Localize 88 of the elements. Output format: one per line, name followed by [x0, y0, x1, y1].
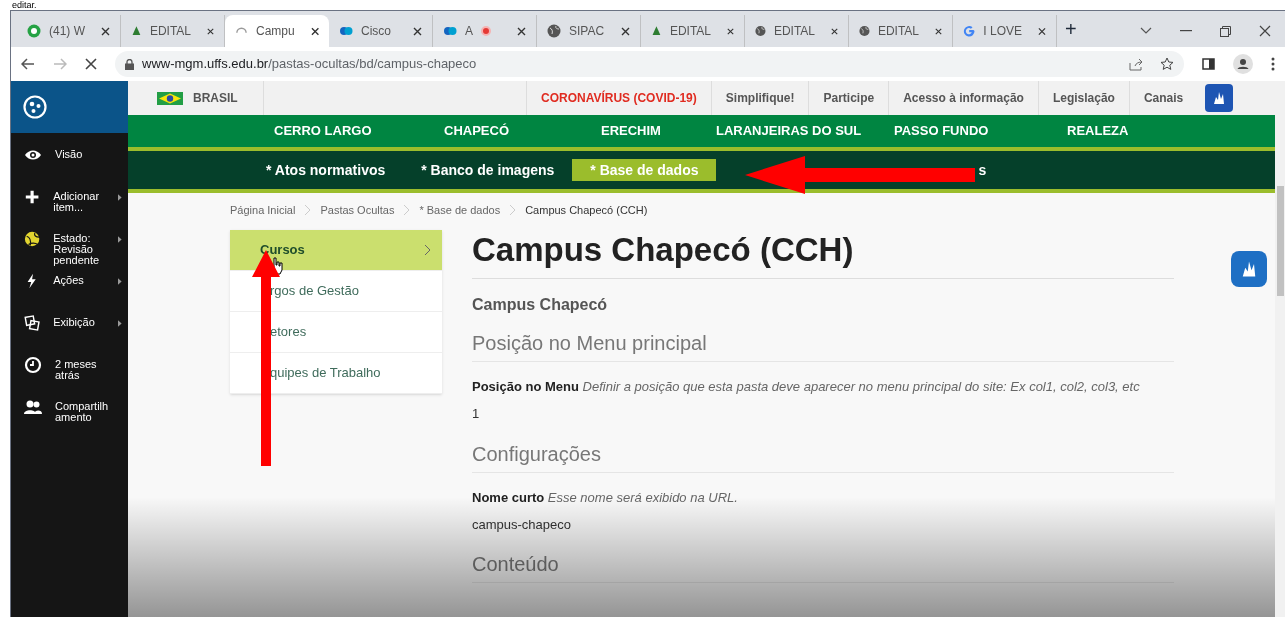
- campus-link[interactable]: REALEZA: [1067, 121, 1167, 141]
- page-title: Campus Chapecó (CCH): [472, 230, 1174, 279]
- overlapping-squares-icon: [24, 314, 41, 332]
- campus-link[interactable]: CHAPECÓ: [444, 121, 601, 141]
- close-tab-icon[interactable]: [831, 26, 838, 36]
- field-description: Nome curto Esse nome será exibido na URL.: [472, 488, 739, 507]
- share-icon[interactable]: [1129, 57, 1144, 71]
- address-bar[interactable]: www-mgm.uffs.edu.br/pastas-ocultas/bd/campus-chapeco: [115, 51, 1184, 77]
- country-label: BRASIL: [193, 90, 238, 107]
- campus-link[interactable]: PASSO FUNDO: [894, 121, 1067, 141]
- clock-icon: [24, 356, 42, 374]
- chat-bubble-icon: [27, 24, 41, 38]
- close-tab-icon[interactable]: [310, 26, 319, 36]
- accessibility-button[interactable]: [1205, 84, 1234, 112]
- close-tab-icon[interactable]: [413, 26, 422, 36]
- close-tab-icon[interactable]: [101, 26, 110, 36]
- back-icon[interactable]: [21, 58, 35, 70]
- breadcrumb-link[interactable]: Pastas Ocultas: [320, 201, 395, 219]
- close-tab-icon[interactable]: [621, 26, 630, 36]
- close-tab-icon[interactable]: [207, 26, 214, 36]
- globe-icon: [547, 24, 561, 38]
- plus-icon: [24, 188, 41, 206]
- toolbar-item[interactable]: Estado: Revisão pendente: [11, 227, 128, 269]
- campus-link[interactable]: LARANJEIRAS DO SUL: [716, 121, 894, 141]
- submenu-caret-icon: [118, 194, 122, 201]
- breadcrumb-separator-icon: [305, 205, 311, 215]
- toolbar-item[interactable]: Compartilhamento: [11, 395, 128, 437]
- globe-icon: [755, 24, 766, 38]
- field-description: Posição no Menu Definir a posição que esta pasta deve aparecer no menu principal do site: Ex col1, col2, col3, etc: [472, 378, 1141, 396]
- side-nav-item[interactable]: etores: [230, 312, 442, 353]
- new-tab-button[interactable]: +: [1065, 19, 1077, 39]
- submenu-caret-icon: [118, 236, 122, 243]
- globe-icon: [24, 230, 41, 248]
- section-menu-item[interactable]: * Banco de imagens: [403, 159, 573, 181]
- breadcrumb-link[interactable]: * Base de dados: [419, 201, 501, 219]
- accessibility-button[interactable]: [1231, 251, 1267, 287]
- stop-loading-icon[interactable]: [85, 58, 97, 70]
- close-tab-icon[interactable]: [1038, 26, 1046, 36]
- section-menu-item[interactable]: * Atos normativos: [248, 159, 404, 181]
- side-panel-icon[interactable]: [1202, 58, 1215, 70]
- campus-link[interactable]: ERECHIM: [601, 121, 716, 141]
- overlapping-circles-icon: [443, 24, 457, 38]
- overlapping-circles-icon: [339, 24, 353, 38]
- breadcrumb-current: Campus Chapecó (CCH): [525, 202, 648, 218]
- restore-icon[interactable]: [1220, 25, 1231, 37]
- toolbar-item[interactable]: Adicionar item...: [11, 185, 128, 227]
- close-tab-icon[interactable]: [517, 26, 526, 36]
- close-tab-icon[interactable]: [935, 26, 942, 36]
- toolbar-logo[interactable]: [11, 81, 128, 133]
- globe-icon: [859, 24, 870, 38]
- section-heading: Configurações: [472, 439, 1174, 473]
- star-icon[interactable]: [1160, 57, 1174, 71]
- side-nav-item[interactable]: quipes de Trabalho: [230, 353, 442, 394]
- breadcrumb-separator-icon: [404, 205, 410, 215]
- menu-icon[interactable]: [1271, 57, 1275, 71]
- toolbar-item[interactable]: Ações: [11, 269, 128, 311]
- submenu-caret-icon: [118, 278, 122, 285]
- letter-g-icon: [963, 24, 976, 38]
- logo-icon: [23, 95, 47, 119]
- section-menu-item[interactable]: s: [976, 159, 989, 181]
- tree-icon: [131, 24, 142, 38]
- profile-icon[interactable]: [1233, 54, 1253, 74]
- breadcrumb-separator-icon: [510, 205, 516, 215]
- scrollbar-thumb[interactable]: [1276, 186, 1284, 296]
- field-value: 1: [472, 405, 481, 423]
- chevron-down-icon[interactable]: [1140, 27, 1152, 35]
- users-icon: [24, 398, 42, 416]
- document-text: editar.: [12, 0, 38, 10]
- breadcrumb-link[interactable]: Página Inicial: [230, 201, 296, 219]
- section-heading: Conteúdo: [472, 550, 1174, 583]
- toolbar-item[interactable]: Visão: [11, 143, 128, 185]
- side-nav-item[interactable]: Cursos: [230, 230, 442, 271]
- lock-icon: [125, 58, 134, 70]
- page-subtitle: Campus Chapecó: [472, 295, 609, 315]
- chevron-right-icon: [425, 245, 430, 255]
- close-tab-icon[interactable]: [727, 26, 734, 36]
- browser-tab[interactable]: Campu: [225, 15, 329, 47]
- side-nav-item[interactable]: rgos de Gestão: [230, 271, 442, 312]
- section-heading: Posição no Menu principal: [472, 329, 1174, 362]
- minimize-icon[interactable]: [1180, 30, 1192, 32]
- campus-link[interactable]: CERRO LARGO: [274, 121, 444, 141]
- flag-icon: [157, 91, 183, 105]
- tree-icon: [651, 24, 662, 38]
- submenu-caret-icon: [118, 320, 122, 327]
- toolbar-item[interactable]: 2 meses atrás: [11, 353, 128, 395]
- field-value: campus-chapeco: [472, 515, 572, 534]
- close-icon[interactable]: [1259, 25, 1271, 37]
- toolbar-item[interactable]: Exibição: [11, 311, 128, 353]
